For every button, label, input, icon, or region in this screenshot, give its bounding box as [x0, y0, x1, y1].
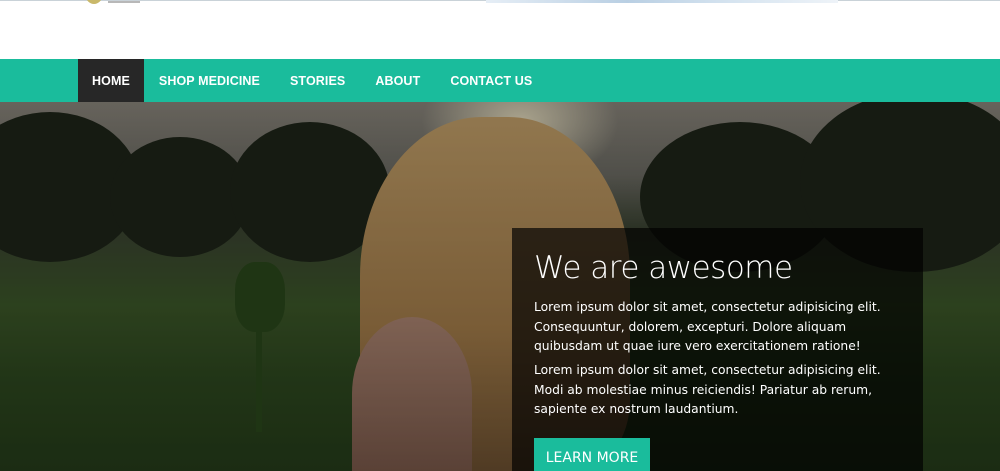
nav-menu: HOME SHOP MEDICINE STORIES ABOUT CONTACT…	[78, 59, 547, 102]
hero-slider: We are awesome Lorem ipsum dolor sit ame…	[0, 102, 1000, 471]
nav-item-home[interactable]: HOME	[78, 59, 144, 102]
header-banner-image	[486, 0, 838, 3]
logo-tagline-graphic	[108, 0, 140, 5]
hero-paragraph-2: Lorem ipsum dolor sit amet, consectetur …	[534, 363, 881, 416]
site-header	[0, 0, 1000, 59]
learn-more-button[interactable]: LEARN MORE	[534, 438, 650, 471]
main-nav: HOME SHOP MEDICINE STORIES ABOUT CONTACT…	[0, 59, 1000, 102]
hero-title: We are awesome	[534, 250, 793, 286]
hero-paragraph-1: Lorem ipsum dolor sit amet, consectetur …	[534, 300, 881, 353]
logo-icon[interactable]	[86, 0, 102, 4]
hero-caption-card: We are awesome Lorem ipsum dolor sit ame…	[512, 228, 923, 471]
nav-item-contact-us[interactable]: CONTACT US	[435, 59, 547, 102]
nav-item-about[interactable]: ABOUT	[360, 59, 435, 102]
nav-item-shop-medicine[interactable]: SHOP MEDICINE	[144, 59, 275, 102]
nav-item-stories[interactable]: STORIES	[275, 59, 360, 102]
